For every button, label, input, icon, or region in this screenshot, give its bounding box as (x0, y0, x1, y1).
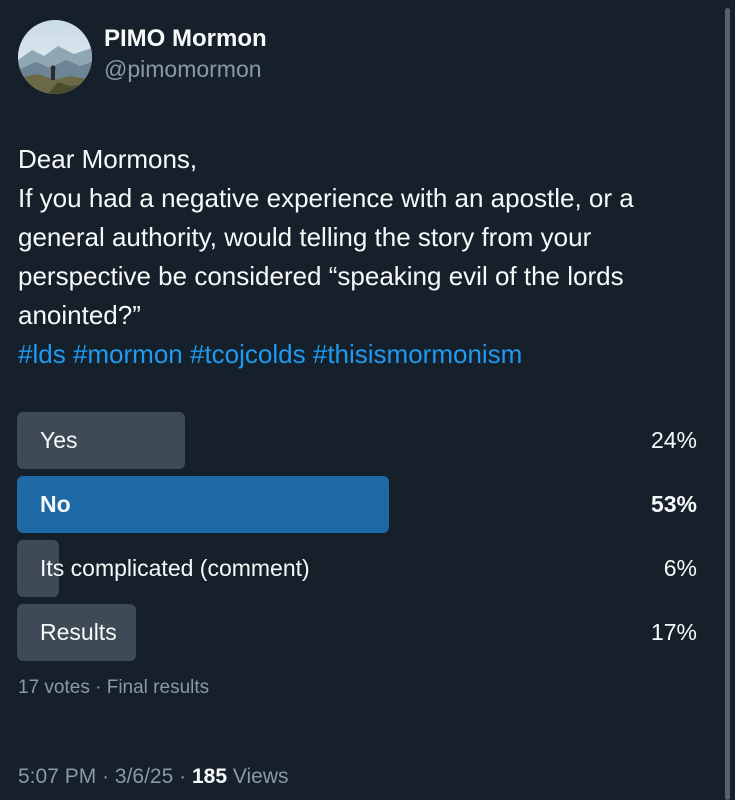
poll-option-its-complicated: Its complicated (comment) 6% (17, 540, 697, 597)
poll-votes-summary: 17 votes · Final results (18, 677, 210, 698)
poll-option-percent: 6% (663, 555, 697, 581)
poll-option-percent: 24% (650, 427, 697, 453)
separator: · (102, 765, 110, 788)
poll-option-no: No 53% (17, 476, 697, 533)
scrollbar[interactable] (725, 8, 730, 800)
poll-option-label: Yes (40, 427, 78, 453)
tweet-text-line: Dear Mormons, (18, 144, 198, 174)
tweet-header: PIMO Mormon @pimomormon (18, 20, 267, 94)
poll: Yes 24% No 53% Its complicated (comment)… (17, 412, 697, 668)
hashtag-list: #lds #mormon #tcojcolds #thisismormonism (18, 335, 708, 374)
avatar-landscape-image (18, 20, 92, 94)
views-count: 185 (191, 765, 228, 788)
hashtag-tcojcolds[interactable]: #tcojcolds (190, 339, 306, 369)
poll-option-results: Results 17% (17, 604, 697, 661)
tweet-text-line: If you had a negative experience with an… (18, 183, 634, 213)
author-display-name[interactable]: PIMO Mormon (104, 24, 267, 54)
poll-option-yes: Yes 24% (17, 412, 697, 469)
poll-option-percent: 53% (650, 491, 697, 517)
tweet-text-line: perspective be considered “speaking evil… (18, 261, 624, 291)
avatar[interactable] (18, 20, 92, 94)
poll-option-label: Its complicated (comment) (40, 555, 310, 581)
hashtag-thisismormonism[interactable]: #thisismormonism (313, 339, 523, 369)
tweet-text-line: general authority, would telling the sto… (18, 222, 592, 252)
tweet-timestamp-row: 5:07 PM · 3/6/25 · 185 Views (18, 765, 289, 789)
tweet-time[interactable]: 5:07 PM (18, 765, 96, 788)
author-names: PIMO Mormon @pimomormon (104, 24, 267, 84)
tweet-date[interactable]: 3/6/25 (115, 765, 173, 788)
tweet-screen: PIMO Mormon @pimomormon Dear Mormons, If… (0, 0, 735, 800)
author-handle[interactable]: @pimomormon (104, 54, 267, 84)
poll-option-percent: 17% (650, 619, 697, 645)
separator: · (179, 765, 187, 788)
hashtag-mormon[interactable]: #mormon (73, 339, 183, 369)
hashtag-lds[interactable]: #lds (18, 339, 66, 369)
poll-option-label: Results (40, 619, 117, 645)
tweet-text-line: anointed?” (18, 300, 141, 330)
tweet-text: Dear Mormons, If you had a negative expe… (18, 140, 708, 374)
poll-bar-winner (17, 476, 389, 533)
poll-option-label: No (40, 491, 71, 517)
views-label[interactable]: Views (233, 765, 289, 788)
